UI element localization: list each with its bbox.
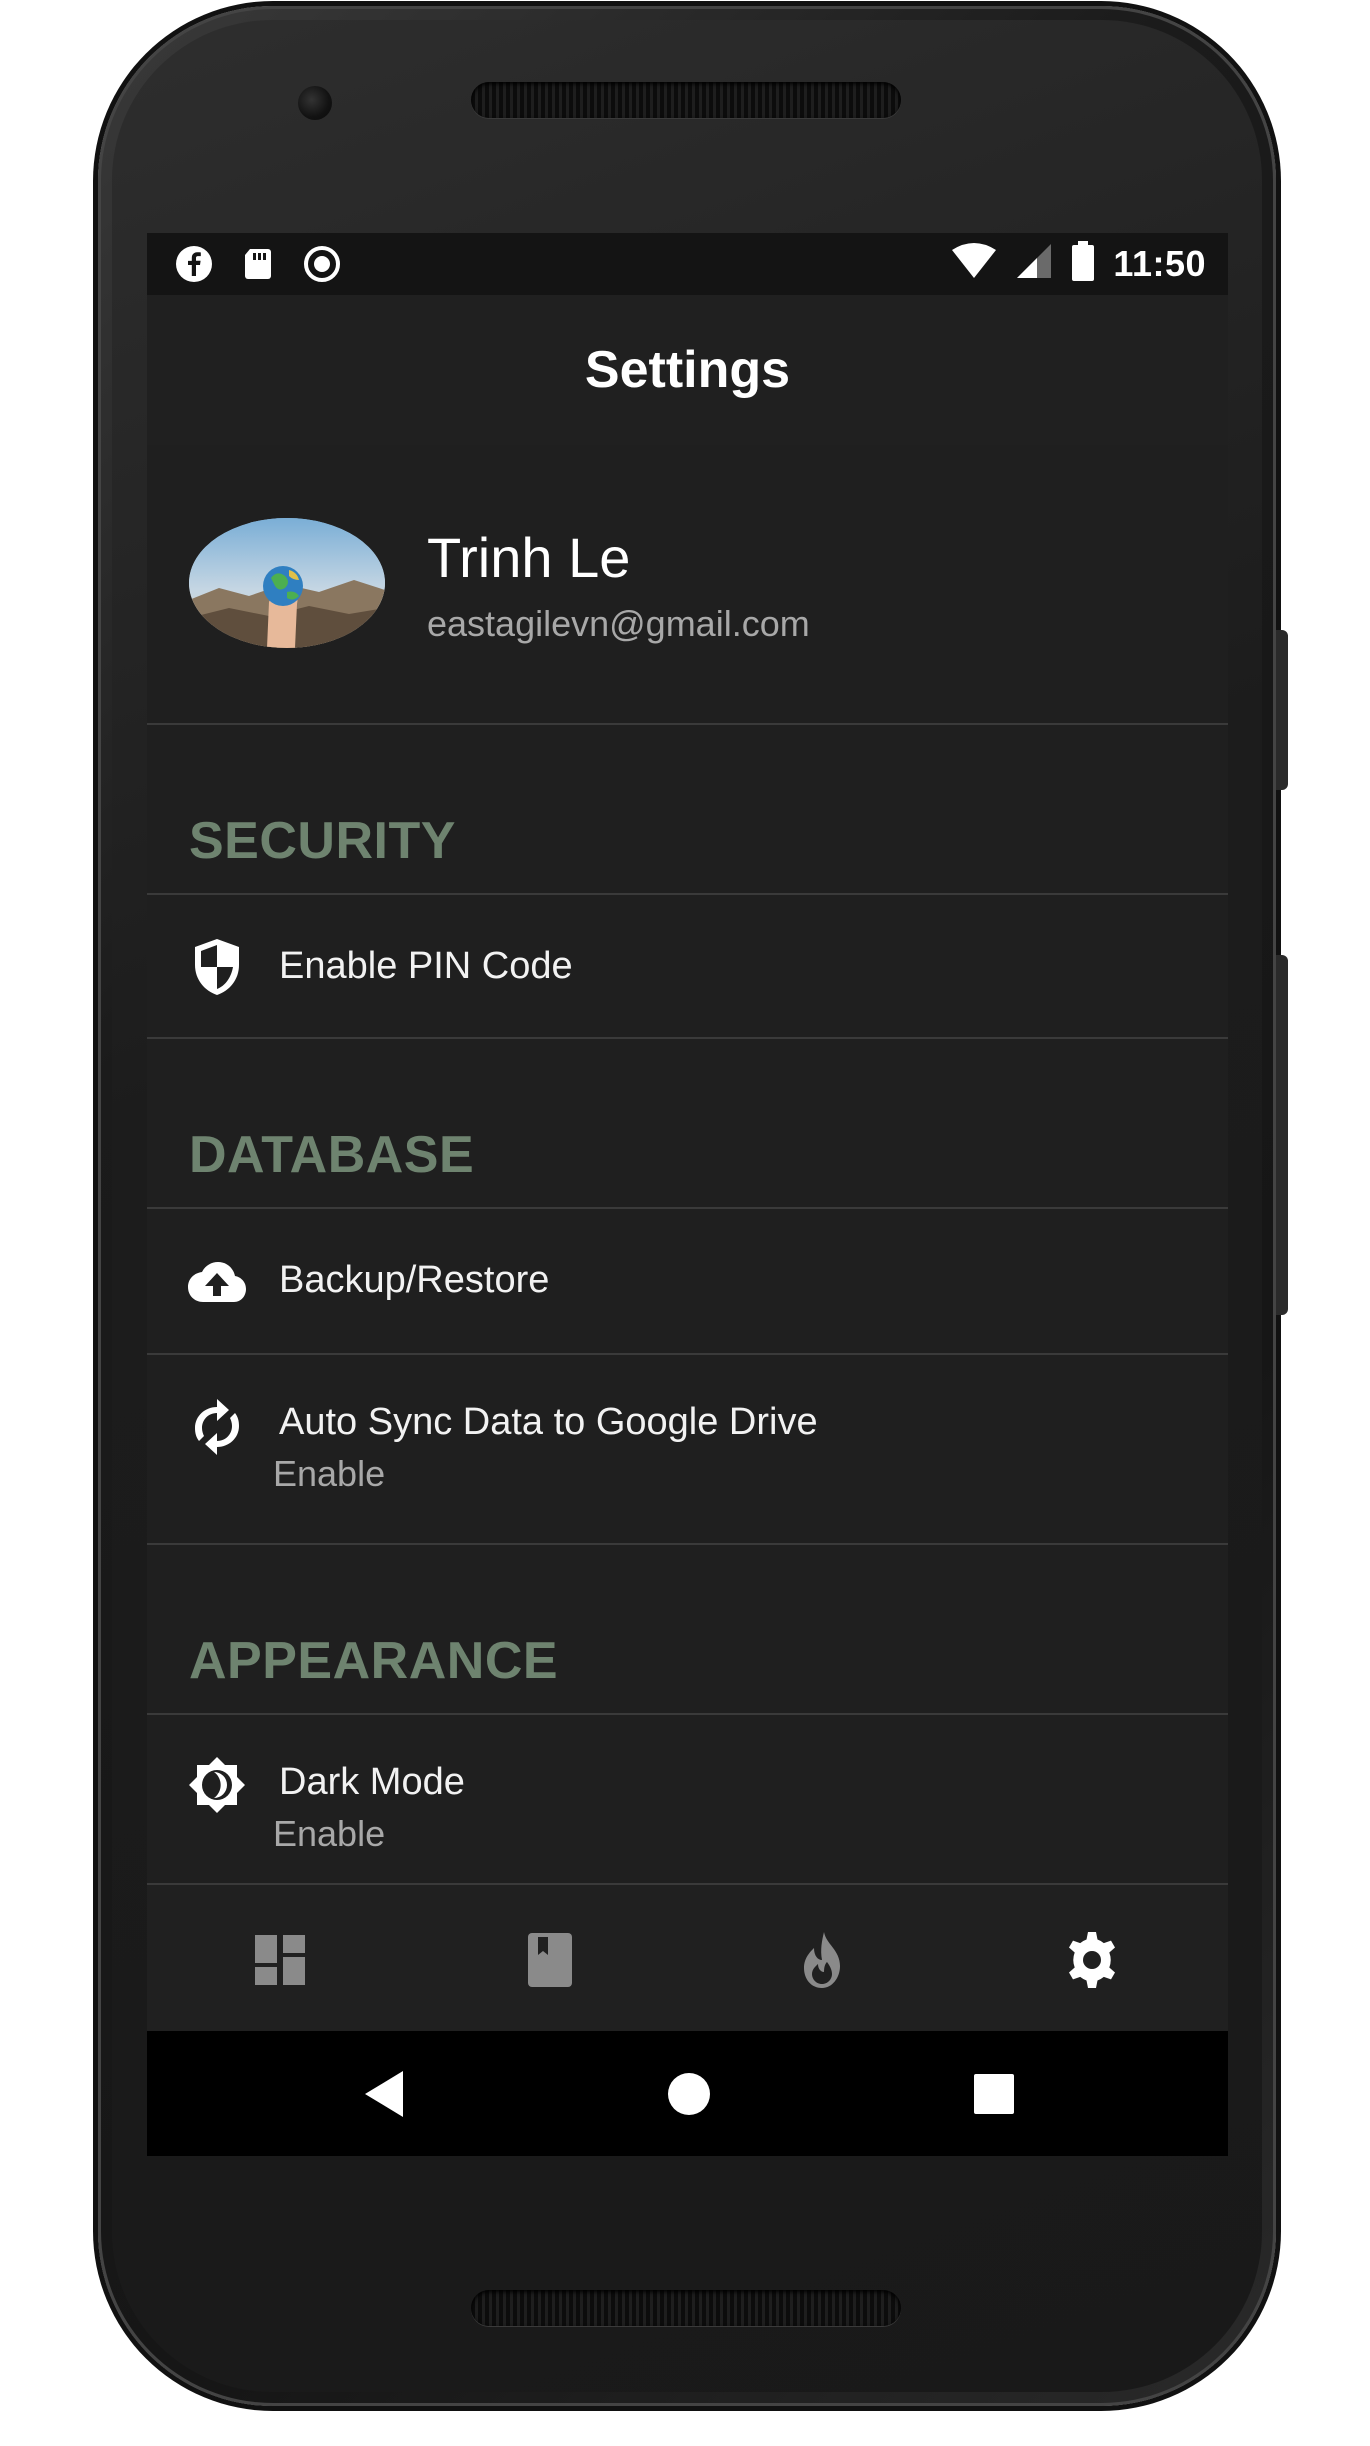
bottom-speaker: [471, 2290, 901, 2326]
status-clock: 11:50: [1113, 242, 1206, 284]
system-navigation-bar: [147, 2031, 1228, 2156]
top-speaker: [471, 82, 901, 118]
dashboard-icon[interactable]: [245, 1925, 315, 1995]
back-icon[interactable]: [359, 2069, 409, 2119]
front-camera: [298, 86, 332, 120]
app-screen: 11:50 Settings Trinh Le eastagilevn@gmai…: [147, 233, 1228, 2156]
power-button: [1276, 630, 1288, 790]
setting-label: Backup/Restore: [279, 1259, 550, 1301]
wifi-icon: [951, 242, 997, 285]
profile-email: eastagilevn@gmail.com: [427, 603, 810, 644]
avatar[interactable]: [189, 518, 385, 648]
setting-auto-sync[interactable]: Auto Sync Data to Google Drive Enable: [147, 1355, 1228, 1545]
fire-icon[interactable]: [787, 1925, 857, 1995]
home-icon[interactable]: [664, 2069, 714, 2119]
setting-dark-mode[interactable]: Dark Mode Enable: [147, 1715, 1228, 1883]
page-title: Settings: [584, 341, 791, 399]
battery-icon: [1071, 241, 1095, 286]
setting-label: Auto Sync Data to Google Drive: [279, 1401, 818, 1443]
volume-button: [1276, 955, 1288, 1315]
section-header-database: DATABASE: [147, 1039, 1228, 1209]
setting-sublabel: Enable: [273, 1813, 386, 1854]
shield-icon: [187, 937, 247, 997]
section-title: DATABASE: [189, 1126, 475, 1184]
setting-backup-restore[interactable]: Backup/Restore: [147, 1209, 1228, 1355]
dark-mode-icon: [187, 1755, 247, 1815]
section-header-security: SECURITY: [147, 725, 1228, 895]
section-header-appearance: APPEARANCE: [147, 1545, 1228, 1715]
record-icon: [303, 245, 341, 283]
cloud-upload-icon: [187, 1252, 247, 1312]
facebook-icon: [175, 245, 213, 283]
recents-icon[interactable]: [969, 2069, 1019, 2119]
setting-label: Enable PIN Code: [279, 945, 573, 987]
settings-gear-icon[interactable]: [1057, 1925, 1127, 1995]
section-title: SECURITY: [189, 812, 456, 870]
app-bar: Settings: [147, 295, 1228, 445]
bottom-navigation: [147, 1883, 1228, 2031]
setting-enable-pin-code[interactable]: Enable PIN Code: [147, 895, 1228, 1039]
sd-card-icon: [239, 245, 277, 283]
book-icon[interactable]: [515, 1925, 585, 1995]
setting-sublabel: Enable: [273, 1453, 386, 1494]
sync-icon: [187, 1397, 247, 1457]
profile-name: Trinh Le: [427, 526, 631, 589]
cell-signal-icon: [1015, 242, 1053, 285]
profile-card[interactable]: Trinh Le eastagilevn@gmail.com: [147, 445, 1228, 725]
setting-label: Dark Mode: [279, 1761, 465, 1803]
status-bar: 11:50: [147, 233, 1228, 295]
section-title: APPEARANCE: [189, 1632, 559, 1690]
